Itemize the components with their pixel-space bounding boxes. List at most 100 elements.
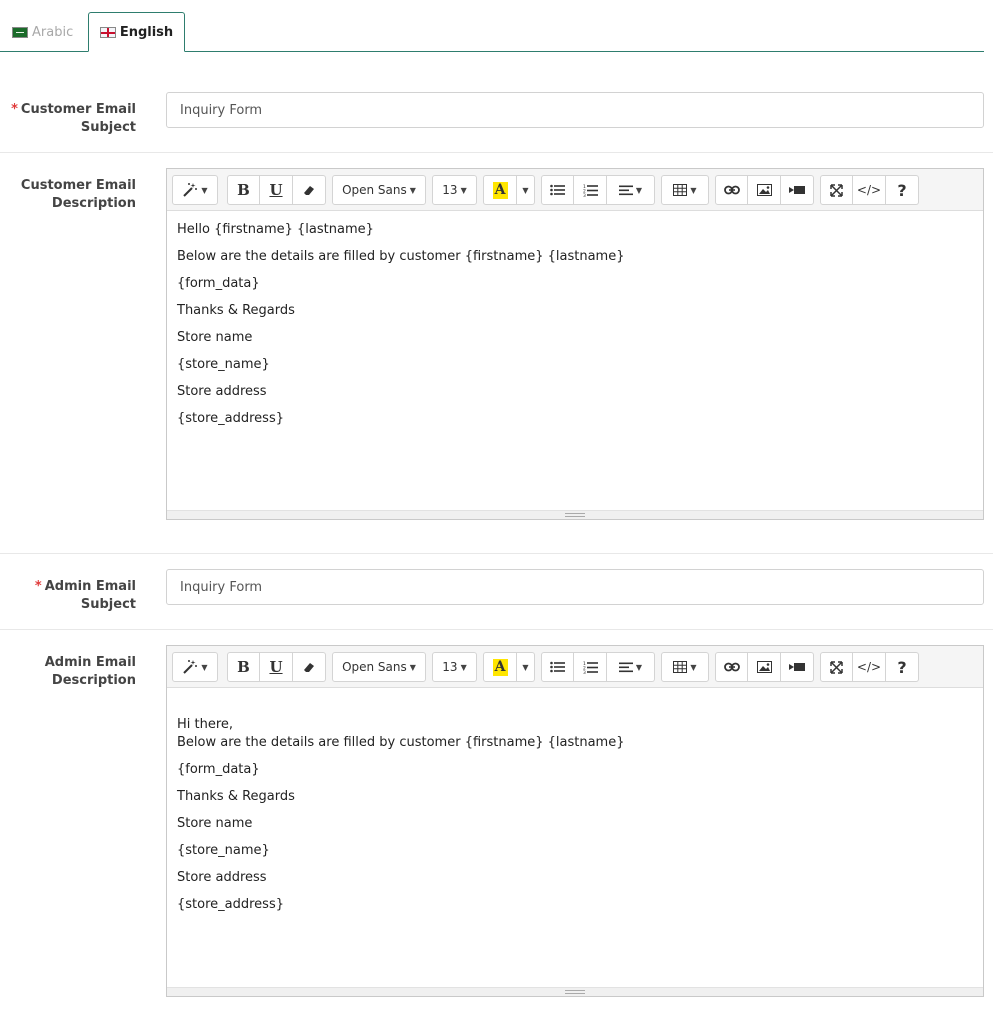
paragraph-align-button[interactable]: ▼	[607, 175, 655, 205]
bold-icon: B	[237, 658, 250, 676]
chevron-down-icon: ▼	[690, 662, 697, 672]
content-line: Below are the details are filled by cust…	[177, 249, 625, 264]
chevron-down-icon: ▼	[409, 185, 416, 195]
divider	[0, 152, 993, 153]
style-button[interactable]: ▼	[172, 652, 218, 682]
content-line: {form_data}	[177, 762, 260, 777]
table-button[interactable]: ▼	[661, 652, 709, 682]
help-icon: ?	[897, 180, 907, 200]
content-line: {store_name}	[177, 843, 270, 858]
paragraph-align-button[interactable]: ▼	[607, 652, 655, 682]
highlight-dropdown-button[interactable]: ▼	[517, 652, 535, 682]
tab-arabic[interactable]: Arabic	[12, 12, 73, 52]
highlight-color-icon: A	[492, 181, 508, 199]
bullet-list-icon	[550, 184, 565, 196]
divider	[0, 629, 993, 630]
editor-content[interactable]: Hi there, Below are the details are fill…	[167, 688, 983, 933]
chevron-down-icon: ▼	[201, 662, 208, 672]
clear-format-button[interactable]	[293, 175, 326, 205]
tab-english[interactable]: English	[88, 12, 185, 52]
highlight-button[interactable]: A	[483, 652, 517, 682]
underline-icon: U	[269, 658, 283, 676]
chevron-down-icon: ▼	[690, 185, 697, 195]
fullscreen-icon	[830, 660, 843, 674]
chevron-down-icon: ▼	[522, 185, 529, 195]
help-button[interactable]: ?	[886, 175, 919, 205]
admin-subject-label: * Admin Email Subject	[34, 579, 136, 612]
magic-wand-icon	[182, 182, 198, 198]
table-icon	[673, 661, 688, 673]
underline-button[interactable]: U	[260, 175, 293, 205]
eraser-icon	[303, 184, 315, 196]
bullet-list-button[interactable]	[541, 175, 574, 205]
saudi-flag-icon	[12, 26, 28, 38]
customer-subject-label: * Customer Email Subject	[11, 102, 136, 135]
required-marker: *	[11, 102, 18, 117]
bold-button[interactable]: B	[227, 175, 260, 205]
magic-wand-icon	[182, 659, 198, 675]
font-family-select[interactable]: Open Sans ▼	[332, 175, 426, 205]
image-icon	[756, 661, 772, 673]
bullet-list-icon	[550, 661, 565, 673]
chevron-down-icon: ▼	[460, 185, 467, 195]
table-icon	[673, 184, 688, 196]
bullet-list-button[interactable]	[541, 652, 574, 682]
highlight-dropdown-button[interactable]: ▼	[517, 175, 535, 205]
numbered-list-button[interactable]: 123	[574, 652, 607, 682]
content-line: Thanks & Regards	[177, 789, 295, 804]
help-icon: ?	[897, 657, 907, 677]
video-button[interactable]	[781, 652, 814, 682]
video-button[interactable]	[781, 175, 814, 205]
font-size-select[interactable]: 13 ▼	[432, 652, 477, 682]
customer-description-label: Customer Email Description	[20, 178, 136, 211]
fullscreen-button[interactable]	[820, 652, 853, 682]
content-line: Hello {firstname} {lastname}	[177, 222, 374, 237]
numbered-list-button[interactable]: 123	[574, 175, 607, 205]
content-line: Store address	[177, 870, 267, 885]
table-button[interactable]: ▼	[661, 175, 709, 205]
link-button[interactable]	[715, 652, 748, 682]
image-button[interactable]	[748, 652, 781, 682]
fullscreen-icon	[830, 183, 843, 197]
help-button[interactable]: ?	[886, 652, 919, 682]
svg-text:3: 3	[583, 670, 586, 674]
chevron-down-icon: ▼	[460, 662, 467, 672]
numbered-list-icon: 123	[583, 661, 598, 674]
content-line: {store_address}	[177, 411, 284, 426]
font-family-select[interactable]: Open Sans ▼	[332, 652, 426, 682]
code-view-icon: </>	[856, 660, 882, 674]
bold-button[interactable]: B	[227, 652, 260, 682]
content-line: Hi there,	[177, 717, 234, 732]
grip-icon	[565, 513, 585, 517]
chevron-down-icon: ▼	[201, 185, 208, 195]
code-view-button[interactable]: </>	[853, 175, 886, 205]
content-line: Store address	[177, 384, 267, 399]
content-line: {store_name}	[177, 357, 270, 372]
svg-text:3: 3	[583, 193, 586, 197]
chevron-down-icon: ▼	[522, 662, 529, 672]
highlight-color-icon: A	[492, 658, 508, 676]
admin-subject-input[interactable]: Inquiry Form	[166, 569, 984, 605]
link-button[interactable]	[715, 175, 748, 205]
content-line: Store name	[177, 816, 253, 831]
tab-english-label: English	[119, 24, 174, 40]
font-size-select[interactable]: 13 ▼	[432, 175, 477, 205]
customer-description-editor: ▼ B U Open Sans ▼ 13 ▼ A ▼ 123 ▼ ▼ </> ?…	[166, 168, 984, 520]
code-view-button[interactable]: </>	[853, 652, 886, 682]
highlight-button[interactable]: A	[483, 175, 517, 205]
editor-content[interactable]: Hello {firstname} {lastname} Below are t…	[167, 211, 983, 447]
fullscreen-button[interactable]	[820, 175, 853, 205]
style-button[interactable]: ▼	[172, 175, 218, 205]
editor-resize-handle[interactable]	[167, 510, 983, 519]
content-line: Thanks & Regards	[177, 303, 295, 318]
customer-subject-input[interactable]: Inquiry Form	[166, 92, 984, 128]
link-icon	[723, 662, 740, 672]
editor-resize-handle[interactable]	[167, 987, 983, 996]
uk-flag-icon	[99, 26, 116, 38]
image-button[interactable]	[748, 175, 781, 205]
underline-button[interactable]: U	[260, 652, 293, 682]
content-line: Below are the details are filled by cust…	[177, 735, 625, 750]
tab-arabic-label: Arabic	[32, 24, 74, 40]
align-icon	[618, 662, 633, 673]
clear-format-button[interactable]	[293, 652, 326, 682]
